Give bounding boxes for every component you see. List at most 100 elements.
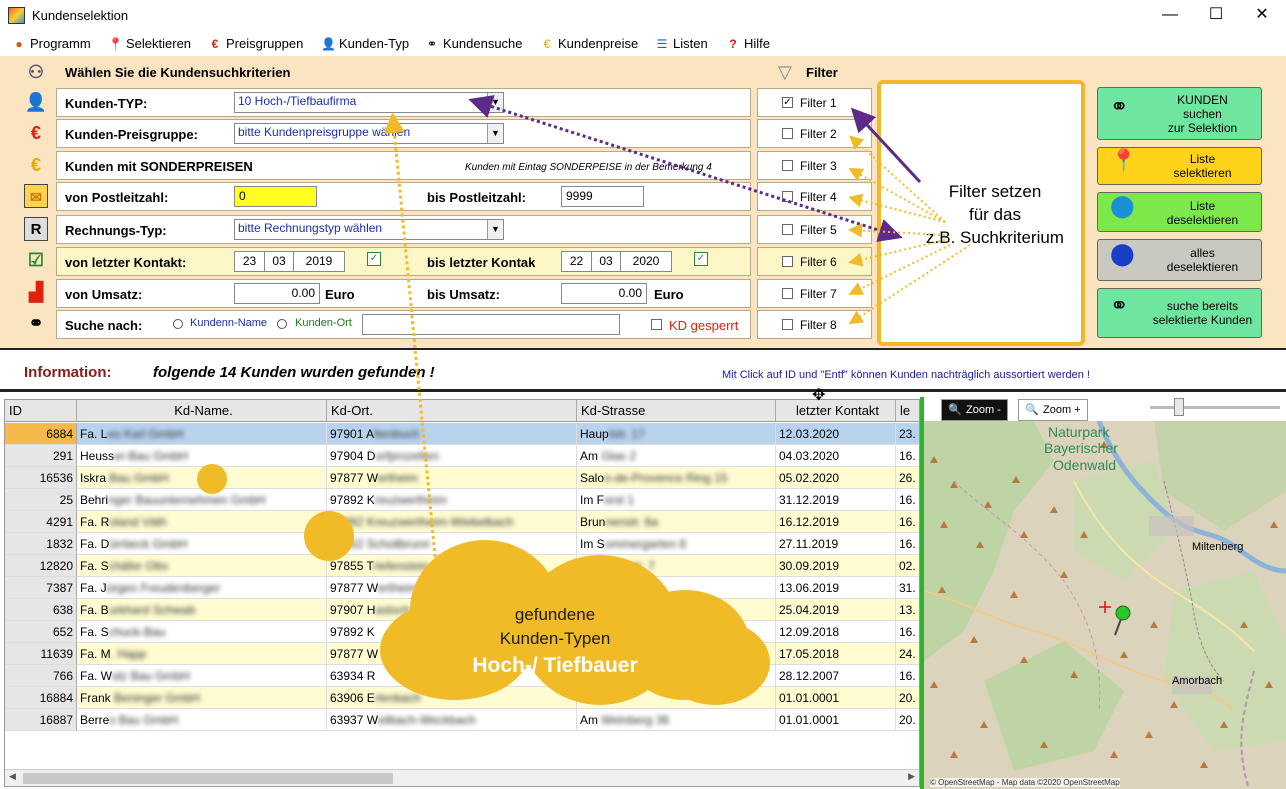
zoom-out-button[interactable]: 🔍 Zoom - xyxy=(941,399,1008,421)
zoom-in-button[interactable]: 🔍 Zoom + xyxy=(1018,399,1088,421)
chevron-down-icon[interactable]: ▼ xyxy=(487,93,503,112)
filter-6[interactable]: Filter 6 xyxy=(757,247,872,276)
menu-kundensuche[interactable]: ⚭ Kundensuche xyxy=(425,36,523,51)
map-terrain xyxy=(924,421,1286,789)
col-id[interactable]: ID xyxy=(5,400,77,422)
cell-name-text: Fa. W xyxy=(80,669,112,683)
radio-kundenort[interactable] xyxy=(277,319,287,329)
filter-2-checkbox[interactable] xyxy=(782,128,793,139)
cell-id[interactable]: 16536 xyxy=(5,467,77,489)
kontakt-from-month[interactable]: 03 xyxy=(264,251,294,272)
scroll-left-icon[interactable]: ◀ xyxy=(9,771,16,782)
col-kd-ort[interactable]: Kd-Ort. xyxy=(327,400,577,422)
cell-name-text: Fa. S xyxy=(80,625,109,639)
filter-5[interactable]: Filter 5 xyxy=(757,215,872,244)
filter-7[interactable]: Filter 7 xyxy=(757,279,872,308)
menu-kundenpreise[interactable]: € Kundenpreise xyxy=(540,36,639,51)
filter-5-checkbox[interactable] xyxy=(782,224,793,235)
filter-4[interactable]: Filter 4 xyxy=(757,182,872,211)
cell-id[interactable]: 291 xyxy=(5,445,77,467)
menu-listen[interactable]: ☰ Listen xyxy=(655,36,708,51)
cell-id[interactable]: 638 xyxy=(5,599,77,621)
minimize-button[interactable]: — xyxy=(1150,3,1190,27)
cell-ort-blurred: 892 Kreuzwertheim-Wiebelbach xyxy=(343,515,514,529)
col-kd-name[interactable]: Kd-Name. xyxy=(77,400,327,422)
close-button[interactable]: ✕ xyxy=(1242,3,1282,27)
filter-1[interactable]: ✓ Filter 1 xyxy=(757,88,872,117)
kontakt-from-day[interactable]: 23 xyxy=(234,251,265,272)
umsatz-from-input[interactable]: 0.00 xyxy=(234,283,320,304)
maximize-button[interactable]: ☐ xyxy=(1196,3,1236,27)
zoom-slider-track[interactable] xyxy=(1150,406,1280,409)
preisgruppe-select[interactable]: bitte Kundenpreisgruppe wählen ▼ xyxy=(234,123,504,144)
menu-hilfe[interactable]: ? Hilfe xyxy=(726,36,770,51)
liste-deselektieren-button[interactable]: ⬤ Liste deselektieren xyxy=(1097,192,1262,232)
map-view[interactable]: Naturpark Bayerischer Odenwald Miltenber… xyxy=(924,421,1286,789)
plz-from-input[interactable]: 0 xyxy=(234,186,317,207)
calendar-icon[interactable]: ✓ xyxy=(694,252,708,266)
cell-id[interactable]: 6884 xyxy=(5,423,77,445)
cell-strasse: Hauptstr. 17 xyxy=(577,423,776,445)
table-row[interactable]: 6884 Fa. Leo Karl GmbH 97901 Altenbuch Haup… xyxy=(5,423,919,445)
calendar-icon[interactable]: ✓ xyxy=(367,252,381,266)
scrollbar-thumb[interactable] xyxy=(23,773,393,784)
kontakt-to-year[interactable]: 2020 xyxy=(620,251,672,272)
kontakt-from-year[interactable]: 2019 xyxy=(293,251,345,272)
cell-id[interactable]: 7387 xyxy=(5,577,77,599)
plz-to-input[interactable]: 9999 xyxy=(561,186,644,207)
cell-id[interactable]: 11639 xyxy=(5,643,77,665)
filter-1-checkbox[interactable]: ✓ xyxy=(782,97,793,108)
cell-id[interactable]: 16884 xyxy=(5,687,77,709)
horizontal-scrollbar[interactable]: ◀ ▶ xyxy=(5,769,919,786)
chevron-down-icon[interactable]: ▼ xyxy=(487,220,503,239)
filter-7-checkbox[interactable] xyxy=(782,288,793,299)
cell-name: Fa. Leo Karl GmbH xyxy=(77,423,327,445)
col-kd-strasse[interactable]: Kd-Strasse xyxy=(577,400,776,422)
filter-8[interactable]: Filter 8 xyxy=(757,310,872,339)
umsatz-to-input[interactable]: 0.00 xyxy=(561,283,647,304)
alles-deselektieren-button[interactable]: ⬤ alles deselektieren xyxy=(1097,239,1262,281)
liste-selektieren-button[interactable]: 📍 Liste selektieren xyxy=(1097,147,1262,185)
table-row[interactable]: 16887 Berres Bau GmbH 63937 Weilbach-Weckb… xyxy=(5,709,919,731)
kontakt-to-month[interactable]: 03 xyxy=(591,251,621,272)
cell-id[interactable]: 16887 xyxy=(5,709,77,731)
menu-programm[interactable]: ● Programm xyxy=(12,36,90,51)
filter-3-checkbox[interactable] xyxy=(782,160,793,171)
cell-id[interactable]: 4291 xyxy=(5,511,77,533)
kunden-suchen-button[interactable]: ⚭ KUNDEN suchen zur Selektion xyxy=(1097,87,1262,140)
cell-name-text: Fa. L xyxy=(80,427,108,441)
cell-id[interactable]: 12820 xyxy=(5,555,77,577)
filter-6-checkbox[interactable] xyxy=(782,256,793,267)
suche-selektierte-button[interactable]: ⚭ suche bereits selektierte Kunden xyxy=(1097,288,1262,338)
table-row[interactable]: 16536 Iskra Bau GmbH 97877 Wertheim Salon-d… xyxy=(5,467,919,489)
rechnungstyp-select[interactable]: bitte Rechnungstyp wählen ▼ xyxy=(234,219,504,240)
menu-selektieren[interactable]: 📍 Selektieren xyxy=(108,36,191,51)
radio-kundenname[interactable] xyxy=(173,319,183,329)
filter-3[interactable]: Filter 3 xyxy=(757,151,872,180)
col-le[interactable]: le xyxy=(896,400,919,422)
col-letzter-kontakt[interactable]: letzter Kontakt xyxy=(776,400,896,422)
chevron-down-icon[interactable]: ▼ xyxy=(487,124,503,143)
cell-id[interactable]: 652 xyxy=(5,621,77,643)
delete-hint: Mit Click auf ID und "Entf" können Kunde… xyxy=(722,369,1090,381)
filter-4-checkbox[interactable] xyxy=(782,191,793,202)
cell-kontakt: 25.04.2019 xyxy=(776,599,896,621)
cell-name-blurred: chuck-Bau xyxy=(108,625,166,639)
kontakt-to-day[interactable]: 22 xyxy=(561,251,592,272)
umsatz-from-label: von Umsatz: xyxy=(65,287,143,302)
cell-id[interactable]: 1832 xyxy=(5,533,77,555)
gesperrt-checkbox[interactable] xyxy=(651,319,662,330)
filter-8-checkbox[interactable] xyxy=(782,319,793,330)
table-row[interactable]: 25 Behringer Bauunternehmen GmbH 97892 Kre… xyxy=(5,489,919,511)
table-row[interactable]: 291 Heusser-Bau GmbH 97904 Dorfprozelten Am… xyxy=(5,445,919,467)
cell-id[interactable]: 766 xyxy=(5,665,77,687)
menu-preisgruppen[interactable]: € Preisgruppen xyxy=(208,36,304,51)
scroll-right-icon[interactable]: ▶ xyxy=(908,771,915,782)
cell-id[interactable]: 25 xyxy=(5,489,77,511)
kunden-typ-select[interactable]: 10 Hoch-/Tiefbaufirma ▼ xyxy=(234,92,504,113)
suche-input[interactable] xyxy=(362,314,620,335)
menu-kunden-typ[interactable]: 👤 Kunden-Typ xyxy=(321,36,409,51)
zoom-slider-thumb[interactable] xyxy=(1174,398,1184,416)
filter-2[interactable]: Filter 2 xyxy=(757,119,872,148)
table-row[interactable]: 4291Fa. Roland Väth97892 Kreuzwertheim-W… xyxy=(5,511,919,533)
